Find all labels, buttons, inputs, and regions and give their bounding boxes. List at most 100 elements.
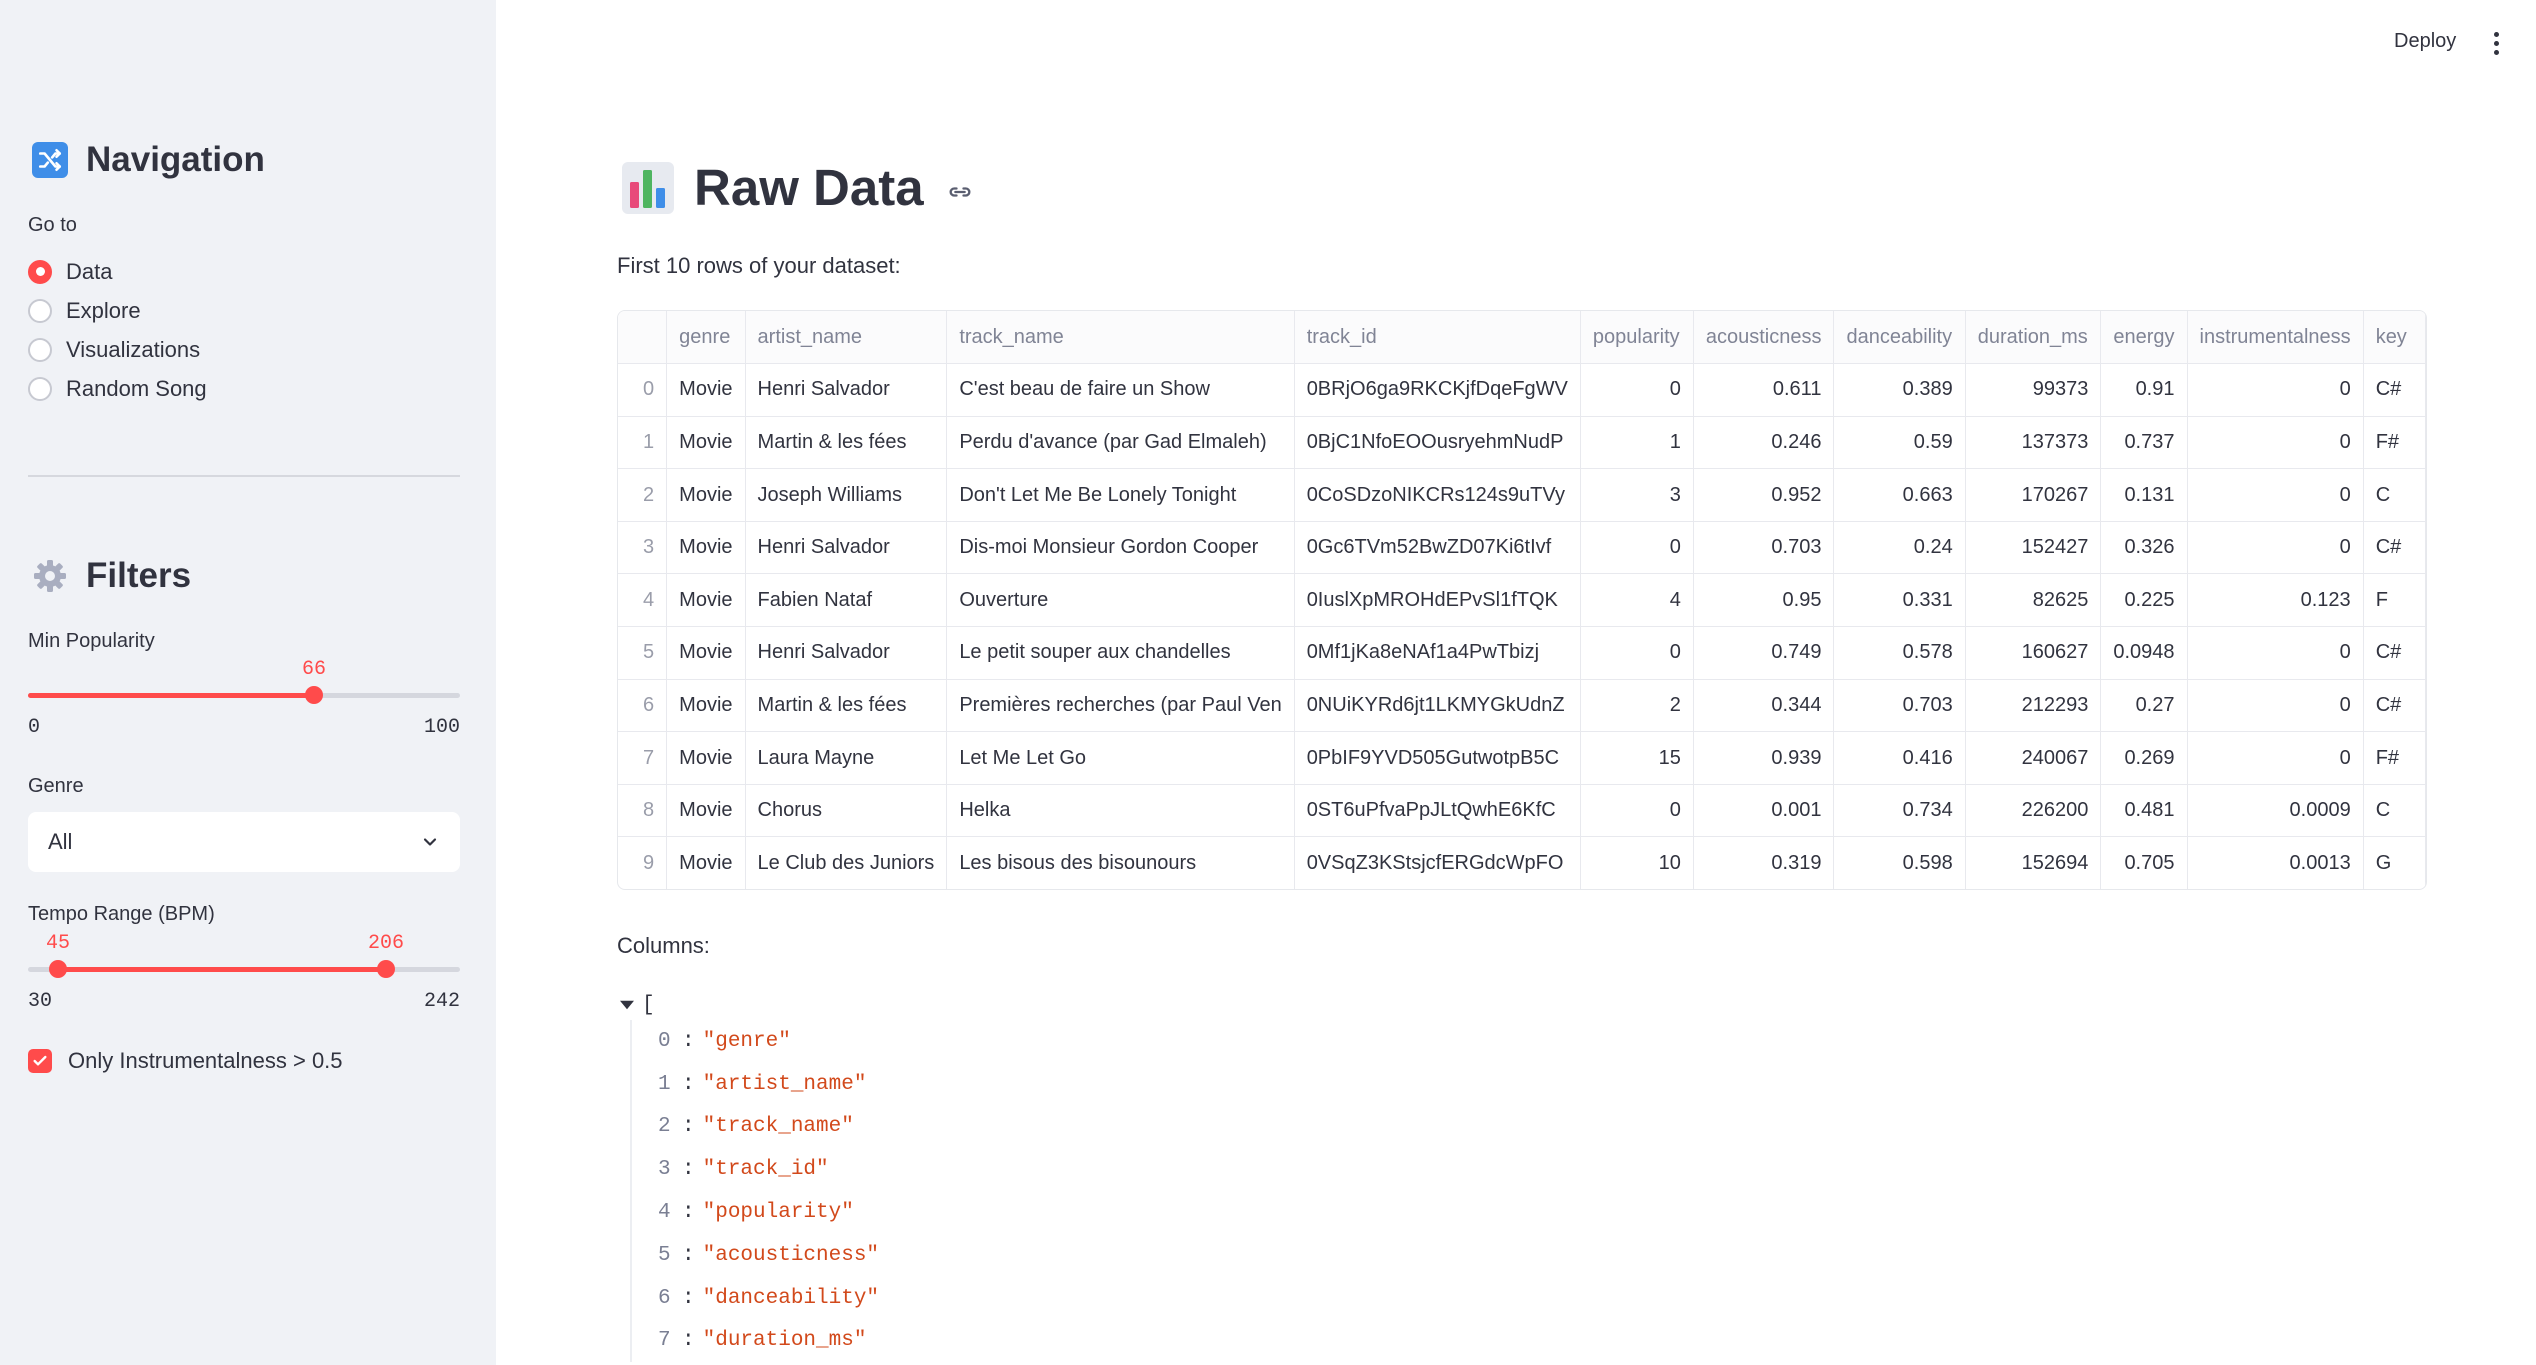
table-cell[interactable]: F — [2363, 573, 2426, 628]
nav-option-data[interactable]: Data — [28, 252, 207, 291]
table-cell[interactable]: 0.95 — [1693, 573, 1835, 628]
table-cell[interactable]: Premières recherches (par Paul Ven — [946, 679, 1295, 733]
index-header[interactable] — [618, 311, 668, 365]
table-cell[interactable]: Movie — [666, 573, 746, 628]
nav-option-explore[interactable]: Explore — [28, 291, 207, 330]
table-cell[interactable]: Movie — [666, 679, 746, 733]
table-cell[interactable]: 0BjC1NfoEOOusryehmNudP — [1294, 416, 1581, 470]
table-cell[interactable]: 0.246 — [1693, 416, 1835, 470]
column-header[interactable]: genre — [666, 311, 746, 365]
table-cell[interactable]: 0.59 — [1833, 416, 1966, 470]
column-header[interactable]: popularity — [1580, 311, 1694, 365]
table-cell[interactable]: F# — [2363, 416, 2426, 470]
table-cell[interactable]: 0.737 — [2100, 416, 2188, 470]
json-toggle[interactable]: [ — [620, 990, 879, 1020]
table-cell[interactable]: Le petit souper aux chandelles — [946, 626, 1295, 680]
row-index[interactable]: 1 — [618, 416, 668, 470]
table-cell[interactable]: 0.0948 — [2100, 626, 2188, 680]
table-cell[interactable]: Chorus — [745, 784, 948, 838]
table-cell[interactable]: 0NUiKYRd6jt1LKMYGkUdnZ — [1294, 679, 1581, 733]
link-icon[interactable] — [946, 178, 974, 206]
table-cell[interactable]: Martin & les fées — [745, 416, 948, 470]
table-cell[interactable]: 0.705 — [2100, 836, 2188, 889]
table-cell[interactable]: C — [2363, 468, 2426, 522]
column-header[interactable]: acousticness — [1693, 311, 1835, 365]
table-cell[interactable]: 152694 — [1965, 836, 2102, 889]
column-header[interactable]: energy — [2100, 311, 2188, 365]
table-cell[interactable]: F# — [2363, 731, 2426, 785]
table-cell[interactable]: Martin & les fées — [745, 679, 948, 733]
table-cell[interactable]: Movie — [666, 731, 746, 785]
table-cell[interactable]: 0.734 — [1833, 784, 1966, 838]
table-cell[interactable]: Ouverture — [946, 573, 1295, 628]
table-cell[interactable]: 0BRjO6ga9RKCKjfDqeFgWV — [1294, 363, 1581, 417]
table-cell[interactable]: 0.269 — [2100, 731, 2188, 785]
table-cell[interactable]: 0.001 — [1693, 784, 1835, 838]
table-cell[interactable]: 0 — [2187, 731, 2364, 785]
table-cell[interactable]: 0 — [2187, 468, 2364, 522]
table-cell[interactable]: 0.0013 — [2187, 836, 2364, 889]
column-header[interactable]: instrumentalness — [2187, 311, 2364, 365]
table-cell[interactable]: 0 — [1580, 784, 1694, 838]
radio-selected-icon[interactable] — [28, 259, 52, 284]
table-cell[interactable]: 2 — [1580, 679, 1694, 733]
table-cell[interactable]: 0PbIF9YVD505GutwotpB5C — [1294, 731, 1581, 785]
row-index[interactable]: 3 — [618, 521, 668, 575]
table-cell[interactable]: C# — [2363, 626, 2426, 680]
table-cell[interactable]: Movie — [666, 416, 746, 470]
table-cell[interactable]: 0.939 — [1693, 731, 1835, 785]
table-cell[interactable]: 0.225 — [2100, 573, 2188, 628]
table-cell[interactable]: 0.131 — [2100, 468, 2188, 522]
table-cell[interactable]: Movie — [666, 836, 746, 889]
row-index[interactable]: 4 — [618, 573, 668, 628]
row-index[interactable]: 6 — [618, 679, 668, 733]
table-cell[interactable]: 240067 — [1965, 731, 2102, 785]
table-cell[interactable]: 0.749 — [1693, 626, 1835, 680]
table-cell[interactable]: Helka — [946, 784, 1295, 838]
table-cell[interactable]: Dis-moi Monsieur Gordon Cooper — [946, 521, 1295, 575]
deploy-button[interactable]: Deploy — [2394, 30, 2456, 53]
table-cell[interactable]: 10 — [1580, 836, 1694, 889]
table-cell[interactable]: 82625 — [1965, 573, 2102, 628]
table-cell[interactable]: 0 — [1580, 363, 1694, 417]
table-cell[interactable]: 0.952 — [1693, 468, 1835, 522]
radio-icon[interactable] — [28, 298, 52, 323]
table-cell[interactable]: 0 — [2187, 679, 2364, 733]
row-index[interactable]: 9 — [618, 836, 668, 889]
table-cell[interactable]: 0.598 — [1833, 836, 1966, 889]
table-cell[interactable]: 0.27 — [2100, 679, 2188, 733]
table-cell[interactable]: 15 — [1580, 731, 1694, 785]
table-cell[interactable]: 0.703 — [1693, 521, 1835, 575]
row-index[interactable]: 7 — [618, 731, 668, 785]
table-cell[interactable]: Movie — [666, 468, 746, 522]
table-cell[interactable]: 3 — [1580, 468, 1694, 522]
table-cell[interactable]: Laura Mayne — [745, 731, 948, 785]
table-cell[interactable]: 0VSqZ3KStsjcfERGdcWpFO — [1294, 836, 1581, 889]
table-cell[interactable]: 226200 — [1965, 784, 2102, 838]
radio-icon[interactable] — [28, 337, 52, 362]
table-cell[interactable]: Don't Let Me Be Lonely Tonight — [946, 468, 1295, 522]
slider-high-thumb[interactable] — [377, 960, 395, 978]
table-cell[interactable]: 0.326 — [2100, 521, 2188, 575]
table-cell[interactable]: 0.0009 — [2187, 784, 2364, 838]
table-cell[interactable]: 0.91 — [2100, 363, 2188, 417]
table-cell[interactable]: 0 — [1580, 521, 1694, 575]
slider-thumb[interactable] — [305, 686, 323, 704]
table-cell[interactable]: 1 — [1580, 416, 1694, 470]
table-cell[interactable]: 0Gc6TVm52BwZD07Ki6tIvf — [1294, 521, 1581, 575]
instrumental-checkbox-row[interactable]: Only Instrumentalness > 0.5 — [28, 1048, 343, 1074]
table-cell[interactable]: C# — [2363, 363, 2426, 417]
table-cell[interactable]: C — [2363, 784, 2426, 838]
column-header[interactable]: key — [2363, 311, 2426, 365]
table-cell[interactable]: Movie — [666, 521, 746, 575]
table-cell[interactable]: 0CoSDzoNIKCRs124s9uTVy — [1294, 468, 1581, 522]
table-cell[interactable]: 0ST6uPfvaPpJLtQwhE6KfC — [1294, 784, 1581, 838]
table-cell[interactable]: C# — [2363, 521, 2426, 575]
table-cell[interactable]: 0IuslXpMROHdEPvSl1fTQK — [1294, 573, 1581, 628]
genre-select[interactable]: All — [28, 812, 460, 872]
table-cell[interactable]: 212293 — [1965, 679, 2102, 733]
table-cell[interactable]: Henri Salvador — [745, 363, 948, 417]
table-cell[interactable]: 0.389 — [1833, 363, 1966, 417]
table-cell[interactable]: 0.344 — [1693, 679, 1835, 733]
table-cell[interactable]: Le Club des Juniors — [745, 836, 948, 889]
